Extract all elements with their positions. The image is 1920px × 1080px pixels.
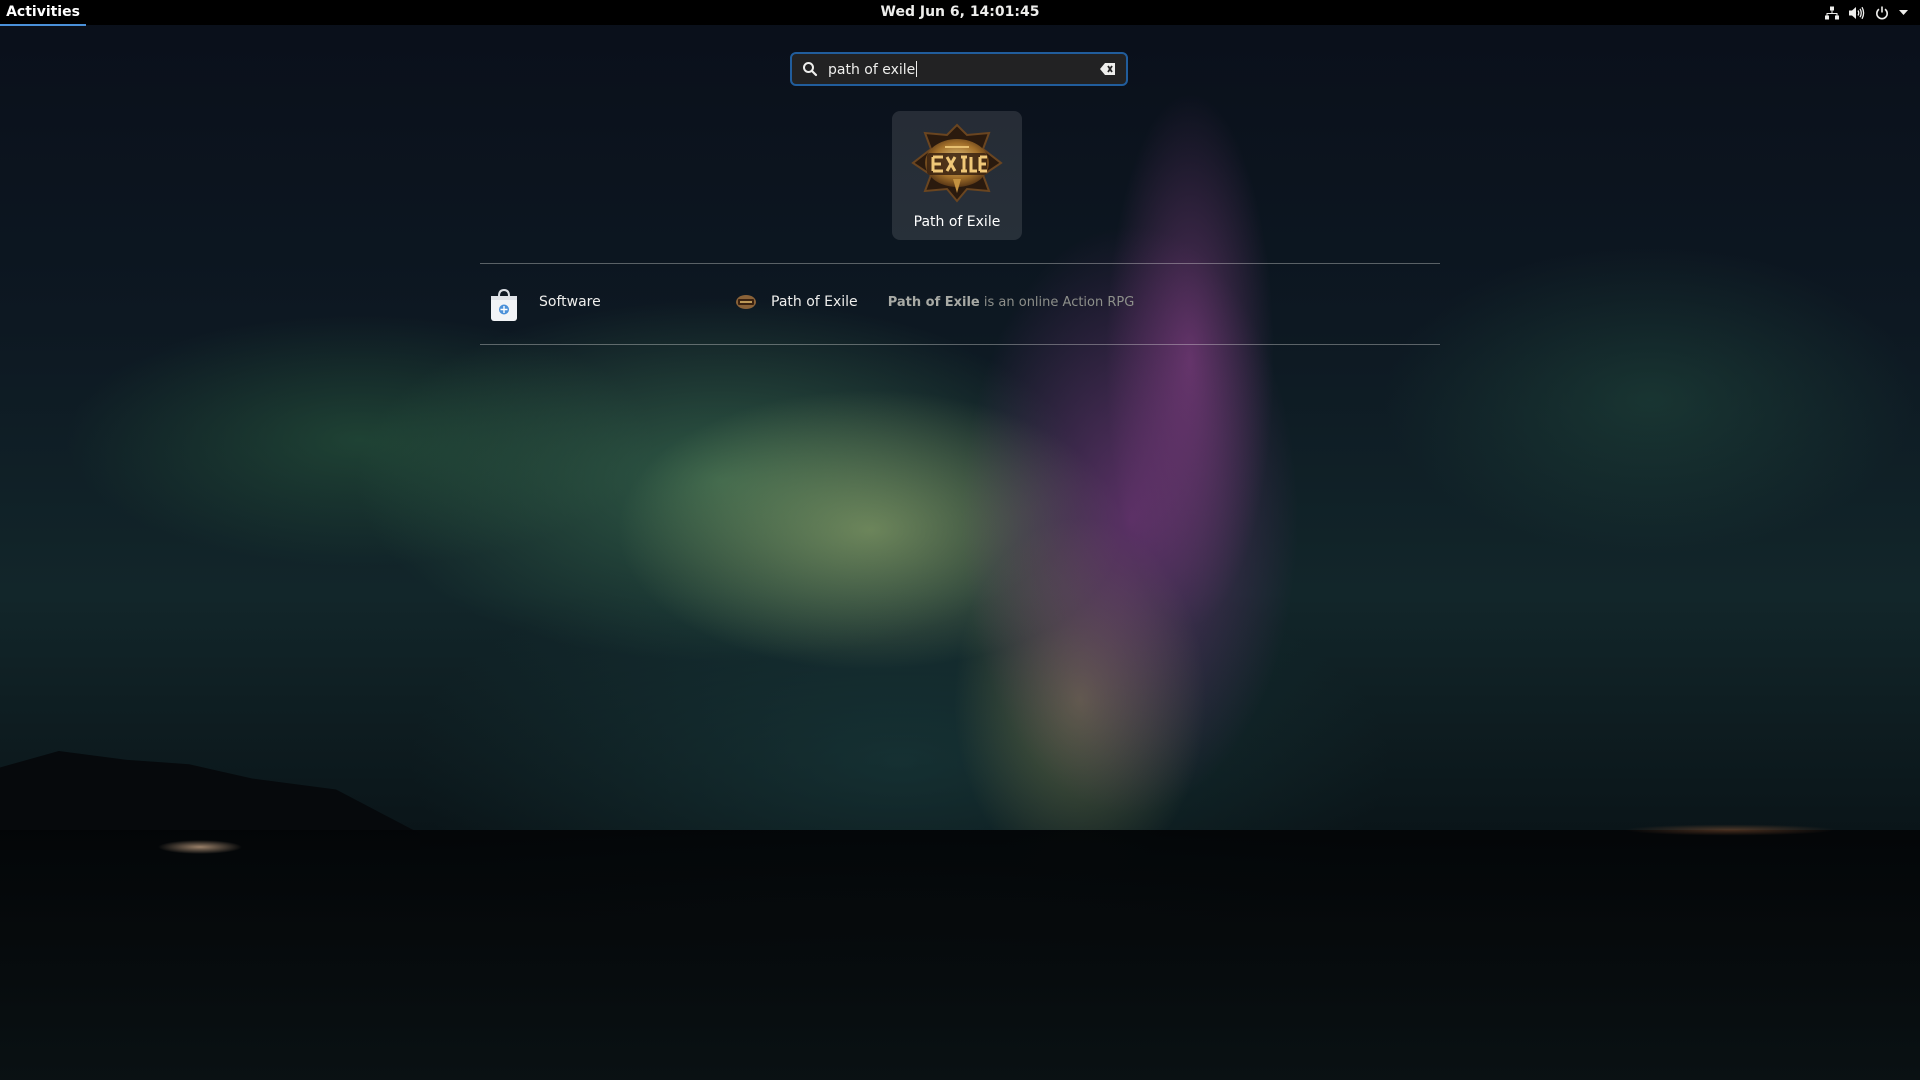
dropdown-arrow-icon[interactable]: [1899, 9, 1908, 16]
power-icon[interactable]: [1875, 6, 1889, 20]
activities-button[interactable]: Activities: [0, 0, 86, 26]
network-icon[interactable]: [1825, 6, 1839, 20]
software-bag-icon[interactable]: [488, 288, 520, 322]
clock-button[interactable]: Wed Jun 6, 14:01:45: [881, 4, 1040, 20]
app-result-path-of-exile[interactable]: Path of Exile: [892, 111, 1022, 240]
clock-area: Wed Jun 6, 14:01:45: [0, 0, 1920, 25]
wallpaper-town-lights: [140, 838, 260, 856]
text-caret: [916, 60, 918, 77]
system-tray[interactable]: [1825, 0, 1908, 25]
results-separator-bottom: [480, 344, 1440, 345]
app-result-label: Path of Exile: [913, 214, 1001, 230]
result-description-rest: is an online Action RPG: [979, 294, 1135, 310]
software-provider-section: Software Path of Exile Path of Exile is …: [480, 264, 1440, 344]
result-title: Path of Exile: [771, 294, 858, 310]
provider-name[interactable]: Software: [539, 294, 601, 310]
path-of-exile-small-icon: [736, 295, 756, 309]
volume-icon[interactable]: [1849, 6, 1865, 20]
wallpaper-distant-lights: [1580, 822, 1880, 838]
search-input[interactable]: path of exile: [790, 52, 1128, 86]
search-icon: [803, 62, 818, 77]
search-query-text: path of exile: [828, 60, 918, 78]
provider-result-path-of-exile[interactable]: Path of Exile Path of Exile is an online…: [735, 286, 1335, 318]
edit-clear-icon[interactable]: [1100, 62, 1116, 76]
result-description-highlight: Path of Exile: [887, 294, 980, 310]
path-of-exile-logo-icon: [911, 123, 1003, 203]
activities-label: Activities: [6, 4, 80, 20]
wallpaper-horizon: [0, 830, 1920, 1080]
top-bar: Activities Wed Jun 6, 14:01:45: [0, 0, 1920, 26]
result-description: Path of Exile is an online Action RPG: [888, 295, 1135, 310]
search-value: path of exile: [828, 61, 916, 78]
activities-active-indicator: [0, 24, 86, 26]
